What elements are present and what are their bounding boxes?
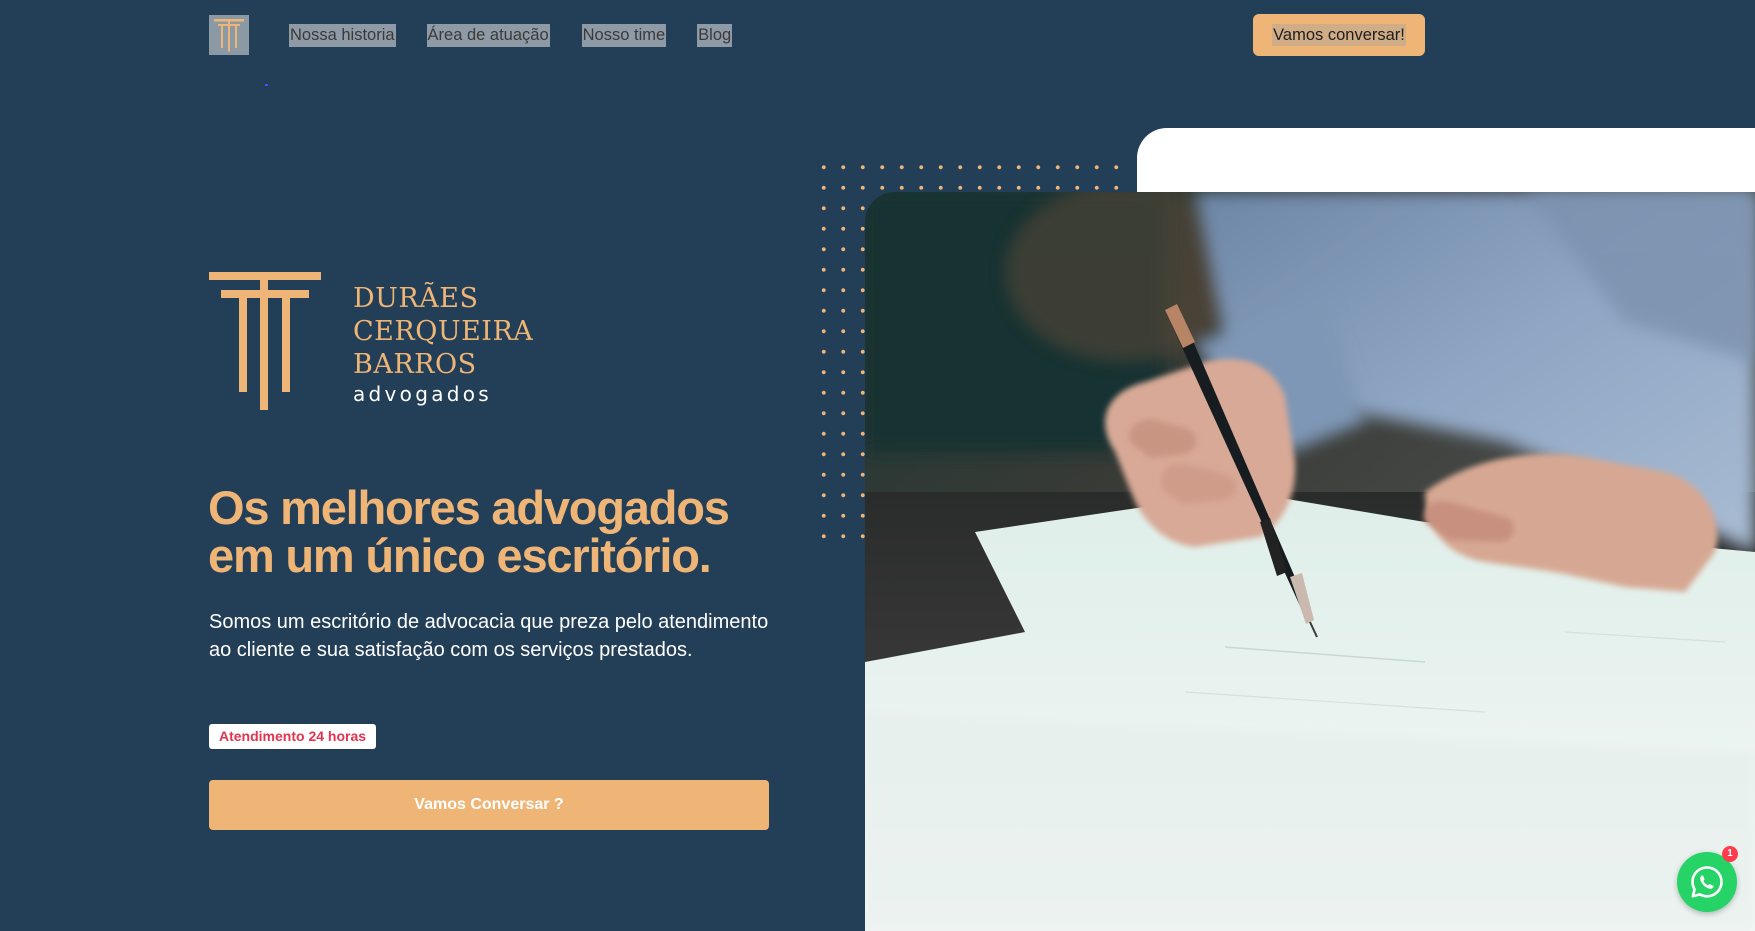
brand-logo: DURÃES CERQUEIRA BARROS advogados — [209, 272, 539, 412]
columns-logo-icon — [209, 272, 321, 410]
brand-name: DURÃES CERQUEIRA BARROS advogados — [353, 282, 533, 407]
header-logo-icon[interactable] — [209, 15, 249, 55]
hero-description: Somos um escritório de advocacia que pre… — [209, 611, 769, 661]
availability-badge: Atendimento 24 horas — [209, 724, 377, 749]
main-nav: Nossa historia Área de atuação Nosso tim… — [289, 24, 763, 47]
whatsapp-notification-badge: 1 — [1722, 846, 1738, 862]
brand-name-line-1: DURÃES — [353, 283, 479, 314]
nav-link-nosso-time[interactable]: Nosso time — [581, 24, 667, 47]
hero-headline: Os melhores advogados em um único escrit… — [208, 484, 808, 580]
site-header: Nossa historia Área de atuação Nosso tim… — [0, 0, 1755, 70]
nav-link-area-de-atuacao[interactable]: Área de atuação — [426, 24, 550, 47]
brand-name-line-2: CERQUEIRA — [353, 316, 534, 347]
header-contact-button[interactable]: Vamos conversar! — [1253, 14, 1425, 56]
brand-subtitle: advogados — [353, 382, 493, 406]
hero-photo-signing-document — [865, 192, 1755, 931]
nav-link-nossa-historia[interactable]: Nossa historia — [289, 24, 396, 47]
nav-link-blog[interactable]: Blog — [697, 24, 733, 47]
hero-headline-line-2: em um único escritório. — [208, 529, 712, 582]
hero-headline-line-1: Os melhores advogados — [208, 481, 730, 534]
header-contact-button-label: Vamos conversar! — [1272, 24, 1406, 46]
hero-contact-button[interactable]: Vamos Conversar ? — [209, 780, 769, 830]
brand-name-line-3: BARROS — [353, 349, 477, 380]
stray-dot — [265, 84, 268, 86]
